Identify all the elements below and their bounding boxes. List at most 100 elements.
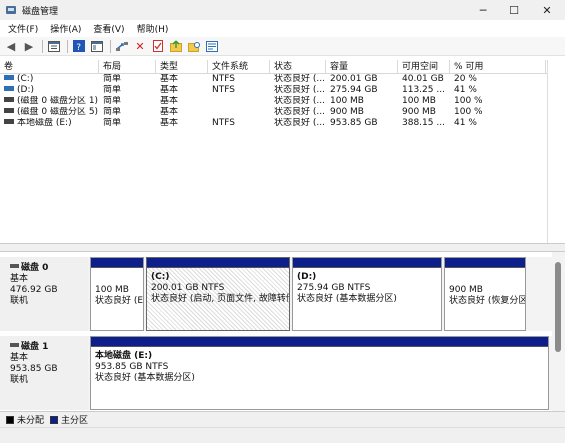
volume-type: 基本	[160, 96, 179, 106]
volume-free-space: 113.25 ...	[402, 85, 445, 95]
partition-status: 状态良好 (E	[95, 296, 143, 306]
partition-status: 状态良好 (基本数据分区)	[95, 373, 195, 383]
column-header-volume[interactable]: 卷	[0, 60, 99, 73]
volume-name: (C:)	[0, 74, 99, 85]
volume-free-space: 388.15 ...	[402, 118, 445, 128]
volume-name-text: (D:)	[17, 85, 34, 95]
disk-name: 磁盘 0	[21, 263, 49, 273]
graphical-view-scrollbar[interactable]	[552, 252, 565, 411]
window-title: 磁盘管理	[22, 6, 59, 17]
table-row[interactable]: (C:) 简单 基本 NTFS 状态良好 (... 200.01 GB 40.01 GB 20…	[0, 74, 547, 85]
partition-size: 200.01 GB NTFS	[151, 283, 225, 293]
help-icon[interactable]: ?	[72, 39, 86, 53]
volume-name: (D:)	[0, 85, 99, 96]
volume-list: 卷 布局 类型 文件系统 状态 容量 可用空间 % 可用 (C:) 简单 基本 NTF…	[0, 60, 548, 243]
partition-status: 状态良好 (基本数据分区)	[297, 294, 397, 304]
volume-percent-free: 100 %	[454, 96, 483, 106]
partition-size: 100 MB	[95, 285, 129, 295]
volume-filesystem: NTFS	[212, 85, 235, 95]
pane-splitter[interactable]	[0, 243, 565, 252]
close-button[interactable]: ✕	[530, 0, 564, 20]
connect-icon[interactable]	[115, 39, 129, 53]
legend-primary-swatch	[50, 415, 59, 424]
back-arrow-icon[interactable]: ◀	[4, 39, 18, 53]
partition-title: 本地磁盘 (E:)	[95, 351, 153, 361]
legend-primary-label: 主分区	[61, 416, 89, 426]
legend-unallocated-label: 未分配	[17, 416, 45, 426]
disk-state: 联机	[10, 375, 29, 385]
view-icon[interactable]	[90, 39, 104, 53]
disk-type: 基本	[10, 274, 29, 284]
table-row[interactable]: (D:) 简单 基本 NTFS 状态良好 (... 275.94 GB 113.25 ...…	[0, 85, 547, 96]
table-row[interactable]: (磁盘 0 磁盘分区 1) 简单 基本 状态良好 (... 100 MB 100 MB 10…	[0, 96, 547, 107]
scrollbar-thumb[interactable]	[555, 262, 561, 352]
volume-free-space: 40.01 GB	[402, 74, 444, 84]
column-header-filesystem[interactable]: 文件系统	[208, 60, 270, 73]
partition-bar	[445, 258, 525, 268]
column-header-layout[interactable]: 布局	[99, 60, 156, 73]
partition-bar	[91, 258, 143, 268]
volume-capacity: 275.94 GB	[330, 85, 378, 95]
partition-d[interactable]: (D:) 275.94 GB NTFS 状态良好 (基本数据分区)	[292, 257, 442, 331]
toolbar-separator	[110, 39, 111, 53]
volume-name-text: (磁盘 0 磁盘分区 5)	[17, 107, 99, 117]
minimize-button[interactable]: ─	[466, 0, 500, 20]
partition-status: 状态良好 (恢复分区	[449, 296, 525, 306]
disk-size: 476.92 GB	[10, 285, 58, 295]
volume-status: 状态良好 (...	[274, 96, 325, 106]
legend-unallocated-swatch	[6, 415, 14, 424]
column-header-status[interactable]: 状态	[270, 60, 326, 73]
menu-file[interactable]: 文件(F)	[8, 22, 38, 35]
refresh-icon[interactable]	[205, 39, 219, 53]
column-header-percent-free[interactable]: % 可用	[450, 60, 546, 73]
partition-size: 900 MB	[449, 285, 483, 295]
menu-help[interactable]: 帮助(H)	[137, 22, 169, 35]
checkmark-icon[interactable]	[151, 39, 165, 53]
folder-search-icon[interactable]	[187, 39, 201, 53]
table-row[interactable]: 本地磁盘 (E:) 简单 基本 NTFS 状态良好 (... 953.85 GB 388.1…	[0, 118, 547, 129]
properties-icon[interactable]	[47, 39, 61, 53]
title-bar: 磁盘管理 ─ ☐ ✕	[0, 0, 565, 20]
partition-c[interactable]: (C:) 200.01 GB NTFS 状态良好 (启动, 页面文件, 故障转储	[146, 257, 290, 331]
volume-name: 本地磁盘 (E:)	[0, 118, 99, 129]
partition-disk0-5[interactable]: 900 MB 状态良好 (恢复分区	[444, 257, 526, 331]
disk-graphical-view: 磁盘 0 基本 476.92 GB 联机 100 MB 状态良好 (E (C:)…	[0, 252, 552, 411]
svg-text:?: ?	[76, 43, 81, 52]
volume-percent-free: 41 %	[454, 118, 477, 128]
volume-icon	[4, 119, 14, 124]
volume-type: 基本	[160, 85, 179, 95]
column-header-type[interactable]: 类型	[156, 60, 208, 73]
maximize-button[interactable]: ☐	[497, 0, 531, 20]
volume-list-header: 卷 布局 类型 文件系统 状态 容量 可用空间 % 可用	[0, 60, 547, 74]
table-row[interactable]: (磁盘 0 磁盘分区 5) 简单 基本 状态良好 (... 900 MB 900 MB 10…	[0, 107, 547, 118]
partition-e[interactable]: 本地磁盘 (E:) 953.85 GB NTFS 状态良好 (基本数据分区)	[90, 336, 549, 410]
volume-capacity: 900 MB	[330, 107, 364, 117]
volume-filesystem	[208, 107, 270, 118]
toolbar: ◀ ▶ ? ✕	[0, 37, 565, 56]
menu-view[interactable]: 查看(V)	[93, 22, 124, 35]
disk-1-label[interactable]: 磁盘 1 基本 953.85 GB 联机	[0, 336, 88, 410]
volume-icon	[4, 86, 14, 91]
forward-arrow-icon[interactable]: ▶	[22, 39, 36, 53]
volume-filesystem: NTFS	[212, 118, 235, 128]
folder-up-icon[interactable]	[169, 39, 183, 53]
partition-disk0-1[interactable]: 100 MB 状态良好 (E	[90, 257, 144, 331]
volume-free-space: 100 MB	[402, 96, 436, 106]
column-header-free-space[interactable]: 可用空间	[398, 60, 450, 73]
volume-type: 基本	[160, 74, 179, 84]
disk-size: 953.85 GB	[10, 364, 58, 374]
delete-icon[interactable]: ✕	[133, 39, 147, 53]
volume-layout: 简单	[103, 96, 122, 106]
volume-status: 状态良好 (...	[274, 74, 325, 84]
volume-type: 基本	[160, 107, 179, 117]
partition-bar	[293, 258, 441, 268]
column-header-capacity[interactable]: 容量	[326, 60, 398, 73]
disk-0-label[interactable]: 磁盘 0 基本 476.92 GB 联机	[0, 257, 88, 331]
volume-icon	[4, 75, 14, 80]
menu-action[interactable]: 操作(A)	[50, 22, 81, 35]
volume-percent-free: 100 %	[454, 107, 483, 117]
disk-icon	[10, 263, 19, 268]
volume-type: 基本	[160, 118, 179, 128]
partition-title: (C:)	[151, 272, 170, 282]
volume-icon	[4, 97, 14, 102]
